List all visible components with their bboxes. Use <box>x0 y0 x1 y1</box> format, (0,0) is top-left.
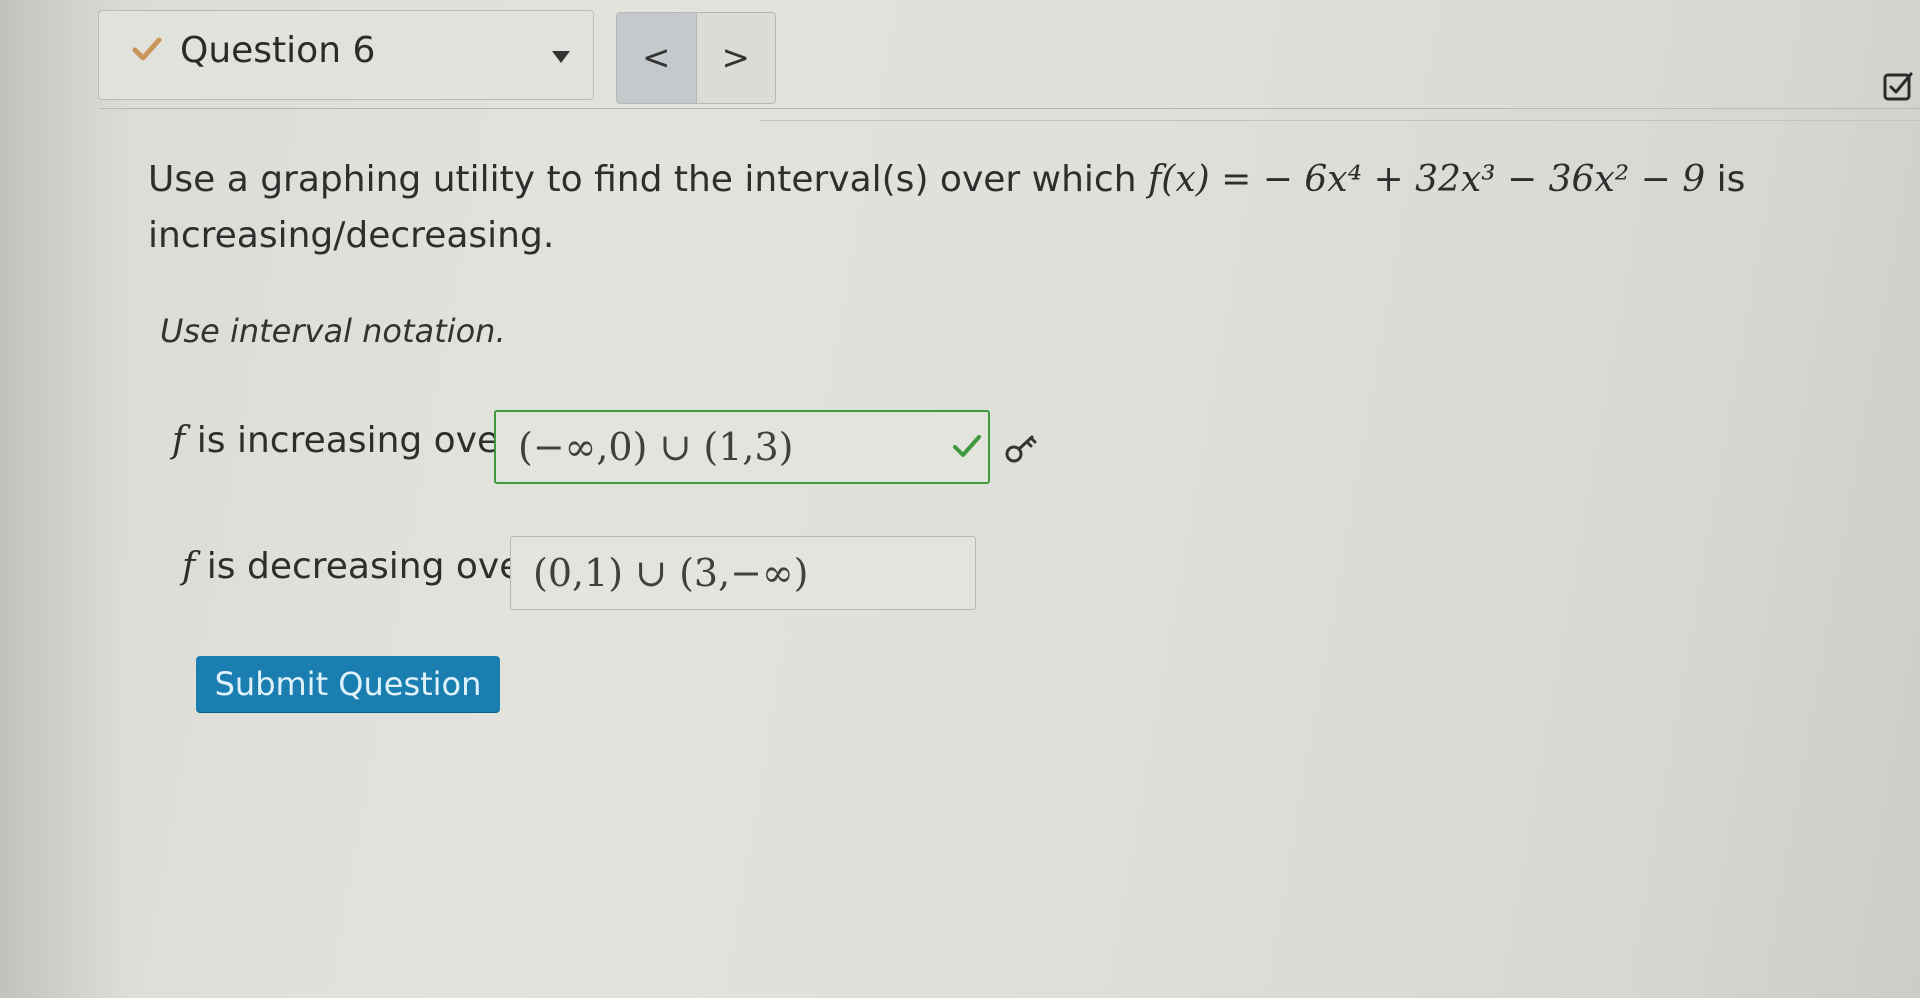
increasing-label: f is increasing over <box>172 420 514 461</box>
decreasing-label-text: is decreasing over <box>206 546 537 587</box>
function-name: f <box>182 546 196 587</box>
submit-question-button[interactable]: Submit Question <box>196 656 500 712</box>
chevron-down-icon[interactable] <box>552 51 570 63</box>
previous-question-button[interactable]: < <box>617 13 697 103</box>
question-prompt: Use a graphing utility to find the inter… <box>148 152 1768 264</box>
decreasing-answer-value: (0,1) ∪ (3,−∞) <box>533 551 809 595</box>
next-question-button[interactable]: > <box>696 13 775 103</box>
header-divider-secondary <box>760 120 1920 121</box>
increasing-answer-value: (−∞,0) ∪ (1,3) <box>518 425 794 469</box>
prompt-text: Use a graphing utility to find the inter… <box>148 159 1137 200</box>
checkmark-icon <box>953 435 981 457</box>
key-icon[interactable] <box>1002 432 1042 468</box>
function-lhs: f(x) = <box>1147 159 1252 200</box>
check-icon <box>132 37 162 61</box>
question-select-label: Question 6 <box>180 30 376 71</box>
background-shade <box>0 0 130 998</box>
prompt-tail: is <box>1716 159 1746 200</box>
decreasing-answer-input[interactable]: (0,1) ∪ (3,−∞) <box>510 536 976 610</box>
increasing-answer-input[interactable]: (−∞,0) ∪ (1,3) <box>494 410 990 484</box>
increasing-label-text: is increasing over <box>196 420 514 461</box>
prompt-line-2: increasing/decreasing. <box>148 215 555 256</box>
question-pager: < > <box>616 12 776 104</box>
decreasing-label: f is decreasing over <box>182 546 536 587</box>
function-name: f <box>172 420 186 461</box>
header-divider <box>100 108 1920 109</box>
edit-checkbox-icon[interactable] <box>1882 70 1914 102</box>
instruction-text: Use interval notation. <box>160 312 506 350</box>
function-rhs: − 6x⁴ + 32x³ − 36x² − 9 <box>1262 159 1706 200</box>
